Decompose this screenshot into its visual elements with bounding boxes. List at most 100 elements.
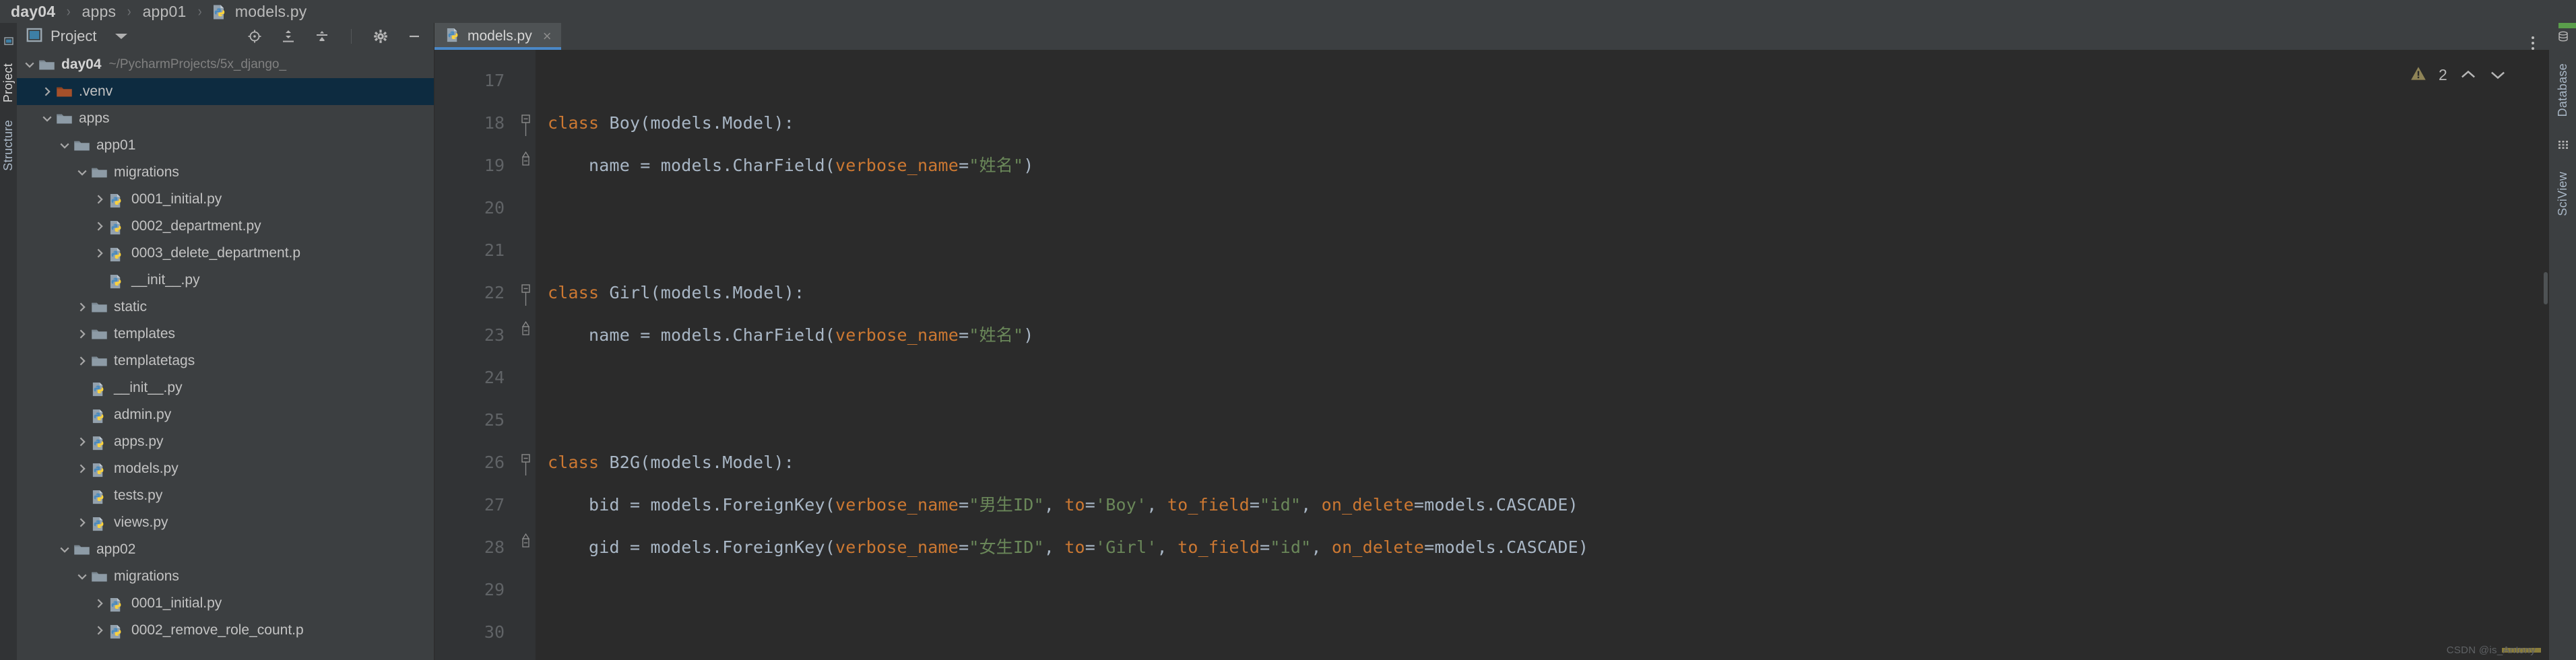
gear-icon[interactable] [373,29,388,44]
chevron-right-icon[interactable] [73,436,91,448]
tree-row[interactable]: __init__.py [17,374,434,401]
breadcrumb: day04 › apps › app01 › models.py [0,0,2576,23]
tree-row[interactable]: views.py [17,509,434,536]
tab-models-py[interactable]: models.py × [434,23,561,50]
chevron-right-icon[interactable] [91,193,108,205]
chevron-up-icon[interactable] [2459,67,2477,84]
chevron-right-icon[interactable] [73,301,91,313]
code-token: verbose_name [835,537,959,557]
locate-icon[interactable] [247,29,262,44]
line-number: 28 [484,537,505,557]
chevron-right-icon[interactable] [91,624,108,636]
project-panel-title-group[interactable]: Project [26,28,128,46]
chevron-down-icon[interactable] [56,543,73,556]
code-line[interactable]: gid = models.ForeignKey(verbose_name="女生… [536,526,2381,568]
chevron-right-icon[interactable] [73,355,91,367]
breadcrumb-item-models-py[interactable]: models.py [234,3,309,21]
tree-row[interactable]: models.py [17,455,434,482]
tree-row[interactable]: templatetags [17,348,434,374]
line-number: 23 [484,325,505,345]
chevron-right-icon[interactable] [73,328,91,340]
tree-row[interactable]: app02 [17,536,434,563]
tree-row[interactable]: tests.py [17,482,434,509]
tree-row[interactable]: apps [17,105,434,132]
fold-end-icon[interactable] [515,526,536,568]
chevron-right-icon[interactable] [91,220,108,232]
sidebar-item-project[interactable]: Project [1,63,15,102]
breadcrumb-item-apps[interactable]: apps [81,3,118,21]
breadcrumb-item-day04[interactable]: day04 [9,3,57,21]
tree-row[interactable]: apps.py [17,428,434,455]
tree-row[interactable]: 0001_initial.py [17,186,434,213]
chevron-right-icon[interactable] [73,517,91,529]
chevron-down-icon[interactable] [38,112,56,125]
tree-row[interactable]: __init__.py [17,267,434,294]
tree-row[interactable]: 0001_initial.py [17,590,434,617]
code-line[interactable]: class Girl(models.Model): [536,271,2381,314]
tree-row[interactable]: 0002_remove_role_count.p [17,617,434,644]
sidebar-item-sciview[interactable]: SciView [2556,172,2570,216]
fold-expanded-icon[interactable] [515,441,536,484]
minimize-icon[interactable] [407,29,422,44]
code-folding-gutter[interactable] [515,50,536,660]
project-tree[interactable]: day04 ~/PycharmProjects/5x_django_ .venv ap… [17,50,434,660]
chevron-down-icon[interactable] [115,34,128,39]
tree-node-label: migrations [114,164,179,180]
code-line[interactable]: bid = models.ForeignKey(verbose_name="男生… [536,484,2381,526]
code-editor[interactable]: class Boy(models.Model): name = models.C… [536,50,2381,660]
fold-expanded-icon[interactable] [515,102,536,144]
fold-expanded-icon[interactable] [515,271,536,314]
tree-row[interactable]: migrations [17,563,434,590]
watermark: CSDN @is_Antony [2446,645,2536,656]
code-line[interactable] [536,59,2381,102]
chevron-down-icon[interactable] [56,139,73,152]
code-token: = [1260,537,1270,557]
editor-scrollbar[interactable] [2544,272,2548,304]
code-line[interactable] [536,356,2381,399]
fold-end-icon[interactable] [515,314,536,356]
tree-row[interactable]: templates [17,321,434,348]
code-line[interactable]: name = models.CharField(verbose_name="姓名… [536,144,2381,187]
chevron-right-icon[interactable] [38,86,56,98]
tree-row[interactable]: 0003_delete_department.p [17,240,434,267]
code-token: "id" [1260,495,1301,515]
inspection-summary[interactable]: 2 [2381,50,2549,84]
chevron-right-icon[interactable] [91,597,108,609]
tree-row[interactable]: migrations [17,159,434,186]
python-file-icon [91,489,108,504]
tree-row[interactable]: admin.py [17,401,434,428]
breadcrumb-item-app01[interactable]: app01 [141,3,188,21]
tree-row[interactable]: static [17,294,434,321]
expand-all-icon[interactable] [281,29,296,44]
tree-node-label: models.py [114,461,179,476]
chevron-down-icon[interactable] [73,166,91,178]
code-line[interactable] [536,229,2381,271]
chevron-down-icon[interactable] [2489,67,2507,84]
collapse-all-icon[interactable] [315,29,329,44]
folder-icon-venv [56,85,73,99]
chevron-down-icon[interactable] [73,570,91,583]
chevron-right-icon[interactable] [91,247,108,259]
code-line[interactable] [536,399,2381,441]
tree-row[interactable]: app01 [17,132,434,159]
tree-node-label: views.py [114,515,168,530]
tree-row[interactable]: .venv [17,78,434,105]
fold-end-icon[interactable] [515,144,536,187]
chevron-down-icon[interactable] [21,59,38,71]
sidebar-item-structure[interactable]: Structure [1,120,15,171]
tree-row[interactable]: 0002_department.py [17,213,434,240]
close-icon[interactable]: × [543,28,552,45]
python-file-icon [91,408,108,423]
code-line[interactable] [536,568,2381,611]
code-line[interactable]: name = models.CharField(verbose_name="姓名… [536,314,2381,356]
chevron-right-icon[interactable] [73,463,91,475]
sidebar-item-database[interactable]: Database [2556,63,2570,117]
code-token: 'Girl' [1095,537,1157,557]
code-line[interactable]: class B2G(models.Model): [536,441,2381,484]
code-line[interactable] [536,611,2381,653]
tree-row[interactable]: day04 ~/PycharmProjects/5x_django_ [17,51,434,78]
kebab-menu-icon[interactable] [2532,36,2549,50]
code-line[interactable] [536,187,2381,229]
code-line[interactable]: class Boy(models.Model): [536,102,2381,144]
